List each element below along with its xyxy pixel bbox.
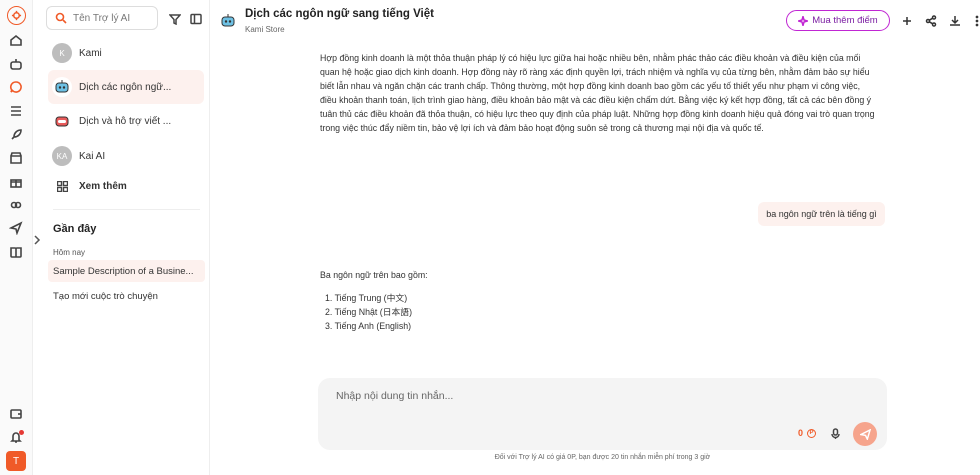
bot-label: Dịch các ngôn ngữ... [79, 81, 172, 93]
message-composer: 0 P [318, 378, 887, 450]
sidebar-bot-kami[interactable]: K Kami [48, 36, 204, 70]
sidebar: K Kami Dịch các ngôn ngữ... Dịch và hỗ t… [33, 0, 210, 475]
sparkle-icon [798, 15, 809, 26]
more-vertical-icon[interactable] [971, 14, 980, 27]
search-input[interactable] [73, 12, 153, 24]
grid-icon [52, 180, 72, 192]
app-root: T K Kami Dịch các ngôn ngữ... Dịch v [0, 0, 980, 475]
points-counter: 0 P [798, 428, 817, 438]
chat-subtitle: Kami Store [245, 25, 285, 34]
message-input[interactable] [336, 390, 756, 410]
history-item[interactable]: Sample Description of a Busine... [48, 260, 205, 282]
ai-answer-list: 1. Tiếng Trung (中文) 2. Tiếng Nhật (日本語) … [325, 291, 412, 333]
chat-header: Dịch các ngôn ngữ sang tiếng Việt Kami S… [211, 0, 980, 40]
gift-icon[interactable] [8, 174, 24, 190]
divider [53, 209, 200, 210]
search-icon [55, 12, 67, 24]
sidebar-bot-kai[interactable]: KA Kai AI [48, 139, 204, 173]
link-icon[interactable] [8, 197, 24, 213]
chat-icon[interactable] [8, 79, 24, 95]
history-item[interactable]: Tạo mới cuộc trò chuyện [48, 285, 205, 307]
buy-points-label: Mua thêm điểm [812, 15, 878, 26]
ai-message: Hợp đồng kinh doanh là một thỏa thuận ph… [320, 53, 875, 133]
robot-avatar-icon [219, 12, 237, 30]
share-icon[interactable] [925, 14, 937, 27]
bot-label: Dịch và hỗ trợ viết ... [79, 115, 172, 127]
see-more-button[interactable]: Xem thêm [48, 169, 204, 203]
coin-icon: P [807, 428, 817, 438]
home-icon[interactable] [8, 32, 24, 48]
see-more-label: Xem thêm [79, 180, 127, 192]
bot-label: Kai AI [79, 150, 106, 162]
wallet-icon[interactable] [8, 406, 24, 422]
chat-title: Dịch các ngôn ngữ sang tiếng Việt [245, 8, 434, 20]
download-icon[interactable] [949, 14, 961, 26]
notification-dot [19, 430, 24, 435]
user-avatar[interactable]: T [6, 451, 26, 471]
send-icon [859, 428, 871, 440]
ai-answer-intro: Ba ngôn ngữ trên bao gồm: [320, 270, 428, 280]
app-logo-icon[interactable] [7, 6, 26, 25]
bot-avatar: KA [52, 146, 72, 166]
robot-icon[interactable] [8, 56, 24, 72]
sidebar-bot-writing[interactable]: Dịch và hỗ trợ viết ... [48, 104, 204, 138]
list-item: 1. Tiếng Trung (中文) [325, 293, 408, 303]
list-icon[interactable] [8, 103, 24, 119]
book-icon[interactable] [8, 244, 24, 260]
history-label: Sample Description of a Busine... [53, 265, 194, 277]
send-button[interactable] [853, 422, 877, 446]
robot-avatar-icon [52, 77, 72, 97]
rocket-icon[interactable] [8, 127, 24, 143]
chevron-right-icon[interactable] [33, 232, 43, 245]
bot-label: Kami [79, 47, 102, 59]
user-message: ba ngôn ngữ trên là tiếng gì [758, 202, 885, 226]
icon-rail: T [0, 0, 33, 475]
buy-points-button[interactable]: Mua thêm điểm [786, 10, 890, 31]
search-box[interactable] [46, 6, 158, 30]
list-item: 2. Tiếng Nhật (日本語) [325, 307, 413, 317]
today-label: Hôm nay [53, 248, 86, 257]
footnote: Đối với Trợ lý AI có giá 0P, bạn được 20… [494, 454, 711, 461]
send-icon[interactable] [8, 220, 24, 236]
sidebar-bot-translate[interactable]: Dịch các ngôn ngữ... [48, 70, 204, 104]
points-value: 0 [798, 428, 804, 438]
recent-title: Gần đây [53, 223, 97, 235]
list-item: 3. Tiếng Anh (English) [325, 321, 412, 331]
microphone-icon[interactable] [830, 427, 842, 439]
store-icon[interactable] [8, 150, 24, 166]
bot-avatar: K [52, 43, 72, 63]
plus-icon[interactable] [901, 14, 913, 26]
filter-icon[interactable] [168, 12, 182, 26]
robot-avatar-icon [52, 111, 72, 131]
history-label: Tạo mới cuộc trò chuyện [53, 290, 158, 302]
sidebar-toggle-icon[interactable] [190, 12, 202, 25]
